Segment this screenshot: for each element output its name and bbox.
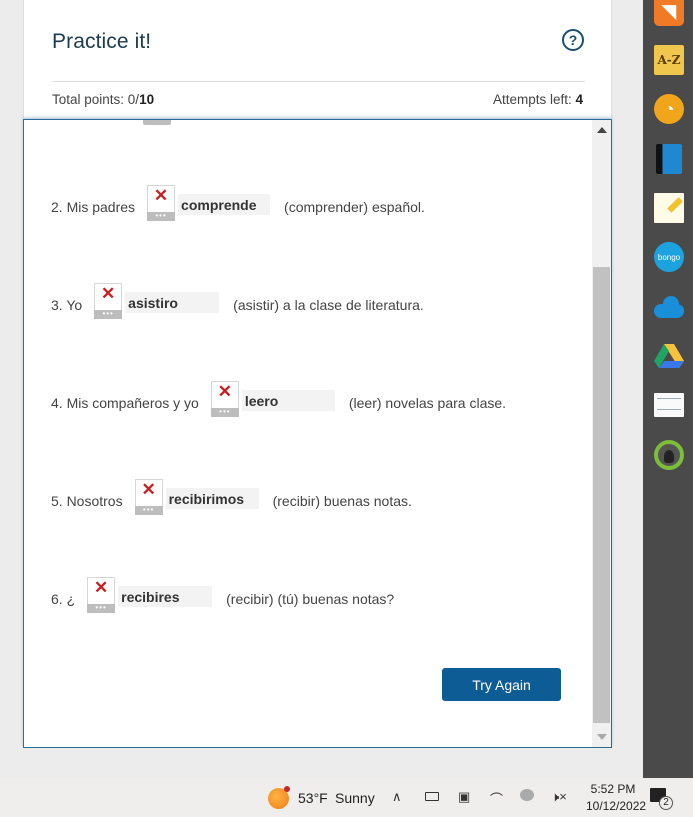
incorrect-x-icon: ✕: [217, 382, 232, 401]
incorrect-x-icon: ✕: [94, 578, 109, 597]
incorrect-feedback[interactable]: ✕ •••: [147, 185, 176, 221]
incorrect-feedback[interactable]: ✕ •••: [94, 283, 123, 319]
question-prefix: 5. Nosotros: [51, 493, 123, 509]
weather-condition[interactable]: Sunny: [335, 778, 375, 817]
more-options-icon[interactable]: •••: [210, 408, 239, 417]
notification-count: 2: [659, 796, 673, 810]
divider: [52, 81, 585, 82]
answer-input[interactable]: [118, 586, 213, 607]
app-sidebar: ◥ A-Z ◔ bongo: [643, 0, 693, 778]
more-options-icon[interactable]: •••: [87, 604, 116, 613]
question-suffix: (asistir) a la clase de literatura.: [233, 297, 424, 313]
b-icon[interactable]: ◔: [654, 94, 684, 124]
try-again-button[interactable]: Try Again: [442, 668, 561, 701]
flashcards-icon[interactable]: [654, 393, 684, 417]
onedrive-icon[interactable]: [654, 292, 684, 322]
incorrect-x-icon: ✕: [141, 480, 156, 499]
weather-alert-dot: [284, 786, 290, 792]
question-suffix: (leer) novelas para clase.: [348, 395, 507, 411]
points-label: Total points: 0/: [52, 92, 140, 107]
bongo-icon[interactable]: bongo: [654, 242, 684, 272]
battery-icon[interactable]: [425, 792, 439, 801]
more-options-icon[interactable]: [143, 120, 171, 125]
question-row: 2. Mis padres ✕ ••• (comprender) español…: [51, 185, 425, 225]
question-suffix: (recibir) (tú) buenas notas?: [226, 591, 395, 607]
question-prefix: 2. Mis padres: [51, 199, 136, 215]
help-icon[interactable]: ?: [562, 29, 584, 51]
google-drive-icon[interactable]: [654, 341, 684, 371]
taskbar: 53°F Sunny ∧ ▣ ⌒ 🕨× 5:52 PM 10/12/2022 2: [0, 778, 693, 817]
answer-input[interactable]: [125, 292, 220, 313]
clock[interactable]: 5:52 PM 10/12/2022: [586, 781, 647, 815]
incorrect-feedback[interactable]: ✕ •••: [134, 479, 163, 515]
question-prefix: 6. ¿: [51, 591, 76, 607]
question-row: 4. Mis compañeros y yo ✕ ••• (leer) nove…: [51, 381, 506, 421]
a-z-icon[interactable]: A-Z: [654, 45, 684, 75]
notepad-icon[interactable]: [654, 193, 684, 223]
scroll-down-arrow-icon[interactable]: [597, 734, 607, 740]
vertical-scrollbar[interactable]: [592, 120, 611, 747]
wifi-icon[interactable]: ⌒: [490, 789, 503, 808]
attempts-value: 4: [575, 92, 583, 107]
question-prefix: 3. Yo: [51, 297, 83, 313]
scroll-up-arrow-icon[interactable]: [597, 127, 607, 133]
camera-icon[interactable]: ▣: [458, 789, 470, 805]
more-options-icon[interactable]: •••: [94, 310, 123, 319]
cloud-error-icon[interactable]: [520, 789, 534, 801]
date: 10/12/2022: [586, 799, 647, 813]
attempts-left: Attempts left: 4: [493, 92, 583, 107]
question-row: 5. Nosotros ✕ ••• (recibir) buenas notas…: [51, 479, 412, 519]
points-total: 10: [139, 92, 155, 107]
incorrect-feedback[interactable]: ✕ •••: [87, 577, 116, 613]
answer-input[interactable]: [241, 390, 335, 411]
rss-icon[interactable]: ◥: [654, 0, 684, 26]
incorrect-x-icon: ✕: [101, 284, 116, 303]
total-points: Total points: 0/10: [52, 92, 154, 107]
exercise-frame: 2. Mis padres ✕ ••• (comprender) español…: [23, 119, 612, 748]
incorrect-x-icon: ✕: [153, 186, 169, 205]
page: Practice it! ? Total points: 0/10 Attemp…: [0, 0, 693, 817]
question-row: 3. Yo ✕ ••• (asistir) a la clase de lite…: [51, 283, 424, 323]
scrollbar-thumb[interactable]: [593, 267, 610, 723]
chevron-up-icon[interactable]: ∧: [392, 789, 402, 805]
practice-header: Practice it! ? Total points: 0/10 Attemp…: [23, 0, 612, 118]
volume-muted-icon[interactable]: 🕨×: [551, 789, 567, 805]
page-title: Practice it!: [52, 30, 152, 53]
question-row: 6. ¿ ✕ ••• (recibir) (tú) buenas notas?: [51, 577, 394, 617]
question-prefix: 4. Mis compañeros y yo: [51, 395, 199, 411]
temperature[interactable]: 53°F: [298, 778, 328, 817]
more-options-icon[interactable]: •••: [134, 506, 163, 515]
attempts-label: Attempts left:: [492, 92, 576, 107]
answer-input[interactable]: [178, 194, 271, 215]
time: 5:52 PM: [590, 782, 636, 796]
incorrect-feedback[interactable]: ✕ •••: [210, 381, 239, 417]
avatar-icon[interactable]: [654, 440, 684, 470]
more-options-icon[interactable]: •••: [147, 212, 176, 221]
question-suffix: (recibir) buenas notas.: [272, 493, 412, 509]
question-suffix: (comprender) español.: [284, 199, 425, 215]
book-icon[interactable]: [656, 144, 682, 174]
answer-input[interactable]: [165, 488, 259, 509]
